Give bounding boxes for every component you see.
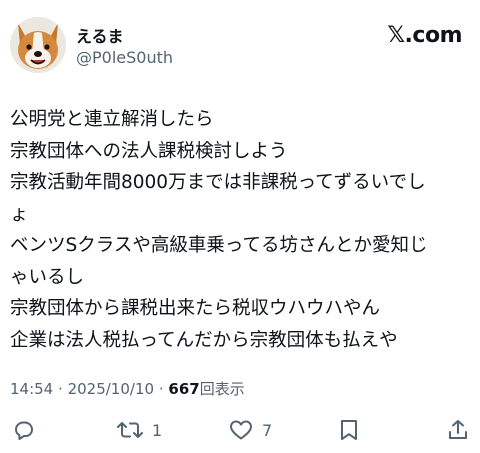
- share-button[interactable]: [446, 416, 470, 444]
- views-label: 回表示: [199, 380, 245, 398]
- like-button[interactable]: 7: [228, 416, 272, 444]
- tweet-line: ベンツSクラスや高級車乗ってる坊さんとか愛知じ: [10, 235, 428, 256]
- retweet-button[interactable]: 1: [116, 416, 162, 444]
- retweet-icon: [117, 422, 143, 438]
- tweet-meta: 14:54 · 2025/10/10 · 667回表示: [10, 378, 245, 399]
- tweet-line: 公明党と連立解消したら: [10, 109, 214, 130]
- bookmark-icon: [341, 420, 357, 440]
- bookmark-button[interactable]: [338, 416, 360, 444]
- meta-separator: ·: [158, 380, 164, 398]
- views-count: 667: [168, 380, 200, 398]
- meta-separator: ·: [58, 380, 63, 398]
- retweet-count: 1: [152, 420, 163, 440]
- tweet-date[interactable]: 2025/10/10: [68, 380, 154, 398]
- avatar[interactable]: [10, 17, 66, 73]
- tweet-line: 宗教活動年間8000万までは非課税ってずるいでし: [10, 172, 426, 193]
- heart-icon: [230, 420, 252, 440]
- tweet-line: ゃいるし: [10, 266, 85, 288]
- tweet-text: 公明党と連立解消したら 宗教団体への法人課税検討しよう 宗教活動年間8000万ま…: [10, 104, 472, 356]
- share-icon: [449, 420, 467, 439]
- author-handle[interactable]: @P0leS0uth: [76, 48, 173, 67]
- x-logo: 𝕏.com: [387, 23, 462, 48]
- tweet-time[interactable]: 14:54: [10, 380, 53, 398]
- tweet-line: 宗教団体への法人課税検討しよう: [10, 140, 288, 162]
- like-count: 7: [262, 420, 273, 440]
- tweet-header: えるま @P0leS0uth 𝕏.com: [10, 17, 470, 75]
- reply-button[interactable]: [12, 416, 36, 444]
- tweet-line: 企業は法人税払ってんだから宗教団体も払えや: [10, 329, 398, 351]
- author-display-name[interactable]: えるま: [76, 23, 124, 47]
- tweet-line: 宗教団体から課税出来たら税収ウハウハやん: [10, 298, 381, 319]
- reply-icon: [15, 421, 33, 440]
- tweet-line: ょ: [10, 203, 29, 225]
- corgi-avatar-image: [10, 17, 66, 73]
- action-bar: 1 7: [0, 412, 480, 448]
